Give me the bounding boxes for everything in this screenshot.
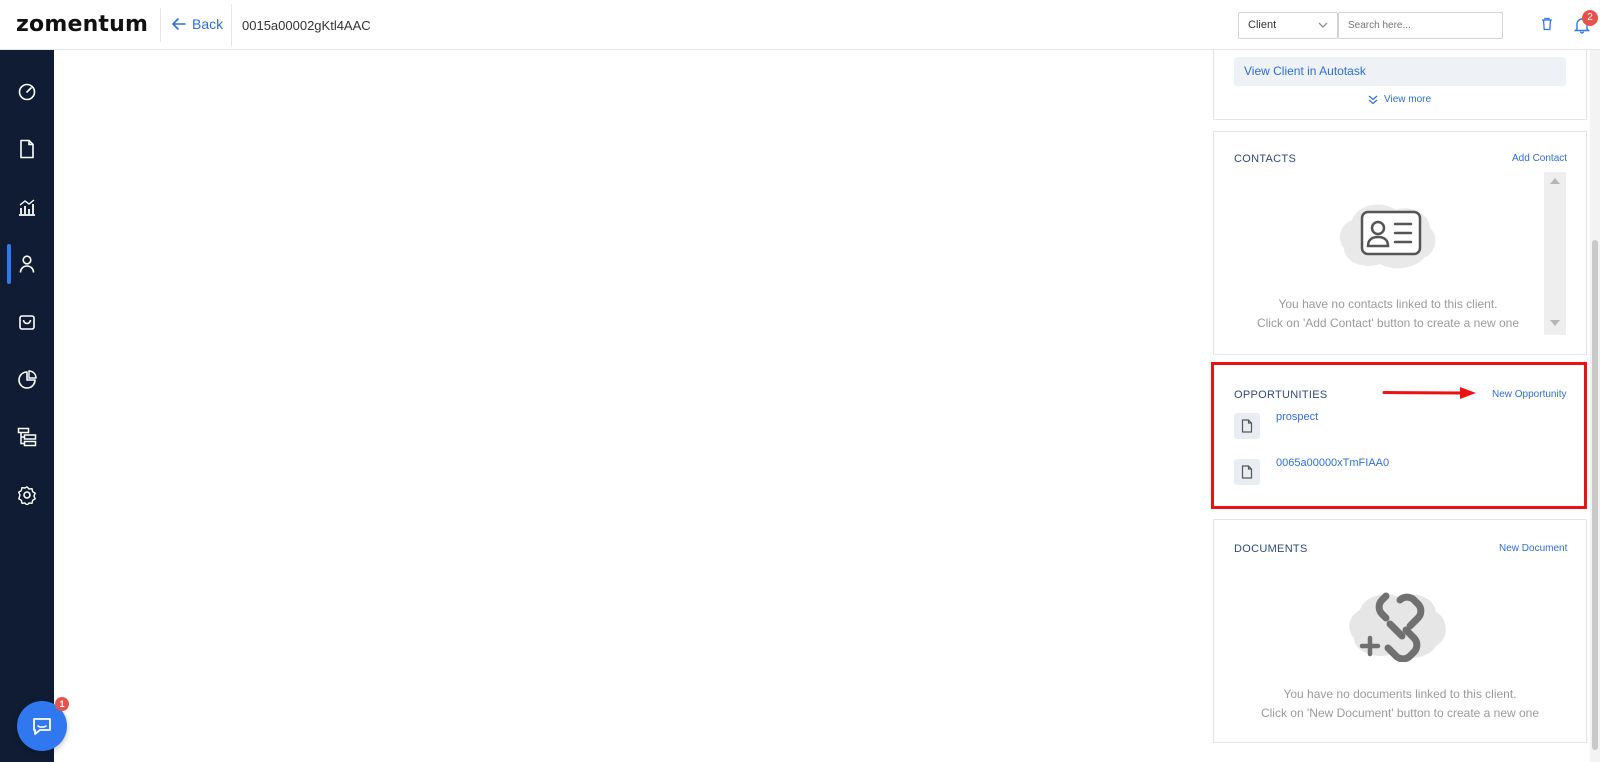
sidebar-item-reports[interactable] [0, 360, 54, 400]
sidebar-item-workflows[interactable] [0, 417, 54, 457]
entity-select[interactable]: Client [1238, 12, 1338, 39]
contacts-empty-line-2: Click on 'Add Contact' button to create … [1256, 316, 1520, 330]
scroll-down-icon [1550, 320, 1560, 326]
chart-icon [19, 199, 35, 216]
chevron-down-icon [1318, 22, 1328, 28]
user-icon [19, 255, 35, 273]
hierarchy-icon [17, 427, 37, 447]
sidebar-item-marketplace[interactable] [0, 302, 54, 342]
contacts-empty-line-1: You have no contacts linked to this clie… [1278, 297, 1498, 311]
record-id: 0015a00002gKtl4AAC [242, 18, 371, 33]
sidebar [0, 50, 54, 762]
contacts-title: CONTACTS [1234, 153, 1297, 165]
divider [160, 8, 161, 42]
back-label: Back [192, 16, 224, 32]
scroll-up-icon [1550, 178, 1560, 184]
entity-select-value: Client [1248, 19, 1277, 31]
double-chevron-down-icon [1368, 95, 1378, 104]
chat-badge: 1 [55, 697, 69, 711]
search-input[interactable] [1338, 12, 1503, 39]
trash-icon [1542, 17, 1552, 31]
arrow-left-icon [172, 18, 186, 30]
pie-chart-icon [18, 370, 37, 389]
notification-badge: 2 [1582, 10, 1598, 26]
sidebar-item-documents[interactable] [0, 129, 54, 169]
bag-icon [19, 315, 35, 330]
page-scrollbar-thumb[interactable] [1592, 240, 1598, 750]
view-in-autotask-link[interactable]: View Client in Autotask [1234, 57, 1566, 86]
divider [231, 4, 232, 46]
documents-title: DOCUMENTS [1234, 543, 1308, 555]
link-illustration [1349, 592, 1446, 662]
view-more-button[interactable]: View more [1368, 94, 1431, 105]
add-contact-button[interactable]: Add Contact [1512, 153, 1567, 164]
documents-empty-message: You have no documents linked to this cli… [1234, 685, 1566, 723]
sidebar-item-settings[interactable] [0, 475, 54, 515]
trash-button[interactable] [1541, 17, 1553, 36]
documents-empty-line-1: You have no documents linked to this cli… [1283, 687, 1517, 701]
sidebar-item-dashboard[interactable] [0, 72, 54, 112]
app-logo[interactable]: zomentum [16, 12, 148, 37]
sidebar-item-analytics[interactable] [0, 187, 54, 227]
new-document-button[interactable]: New Document [1499, 543, 1567, 554]
view-more-label: View more [1384, 94, 1432, 105]
documents-empty-line-2: Click on 'New Document' button to create… [1260, 706, 1540, 720]
contacts-scrollbar[interactable] [1544, 172, 1566, 335]
contacts-empty-message: You have no contacts linked to this clie… [1234, 295, 1542, 333]
highlight-box [1211, 362, 1587, 509]
gear-icon [18, 486, 36, 505]
contact-card-illustration [1339, 204, 1436, 269]
top-bar: zomentum Back 0015a00002gKtl4AAC Client … [0, 0, 1600, 50]
sidebar-item-clients[interactable] [0, 244, 54, 284]
speedometer-icon [18, 83, 36, 101]
document-icon [20, 139, 34, 159]
chat-icon [33, 718, 51, 735]
back-button[interactable]: Back [172, 16, 223, 32]
